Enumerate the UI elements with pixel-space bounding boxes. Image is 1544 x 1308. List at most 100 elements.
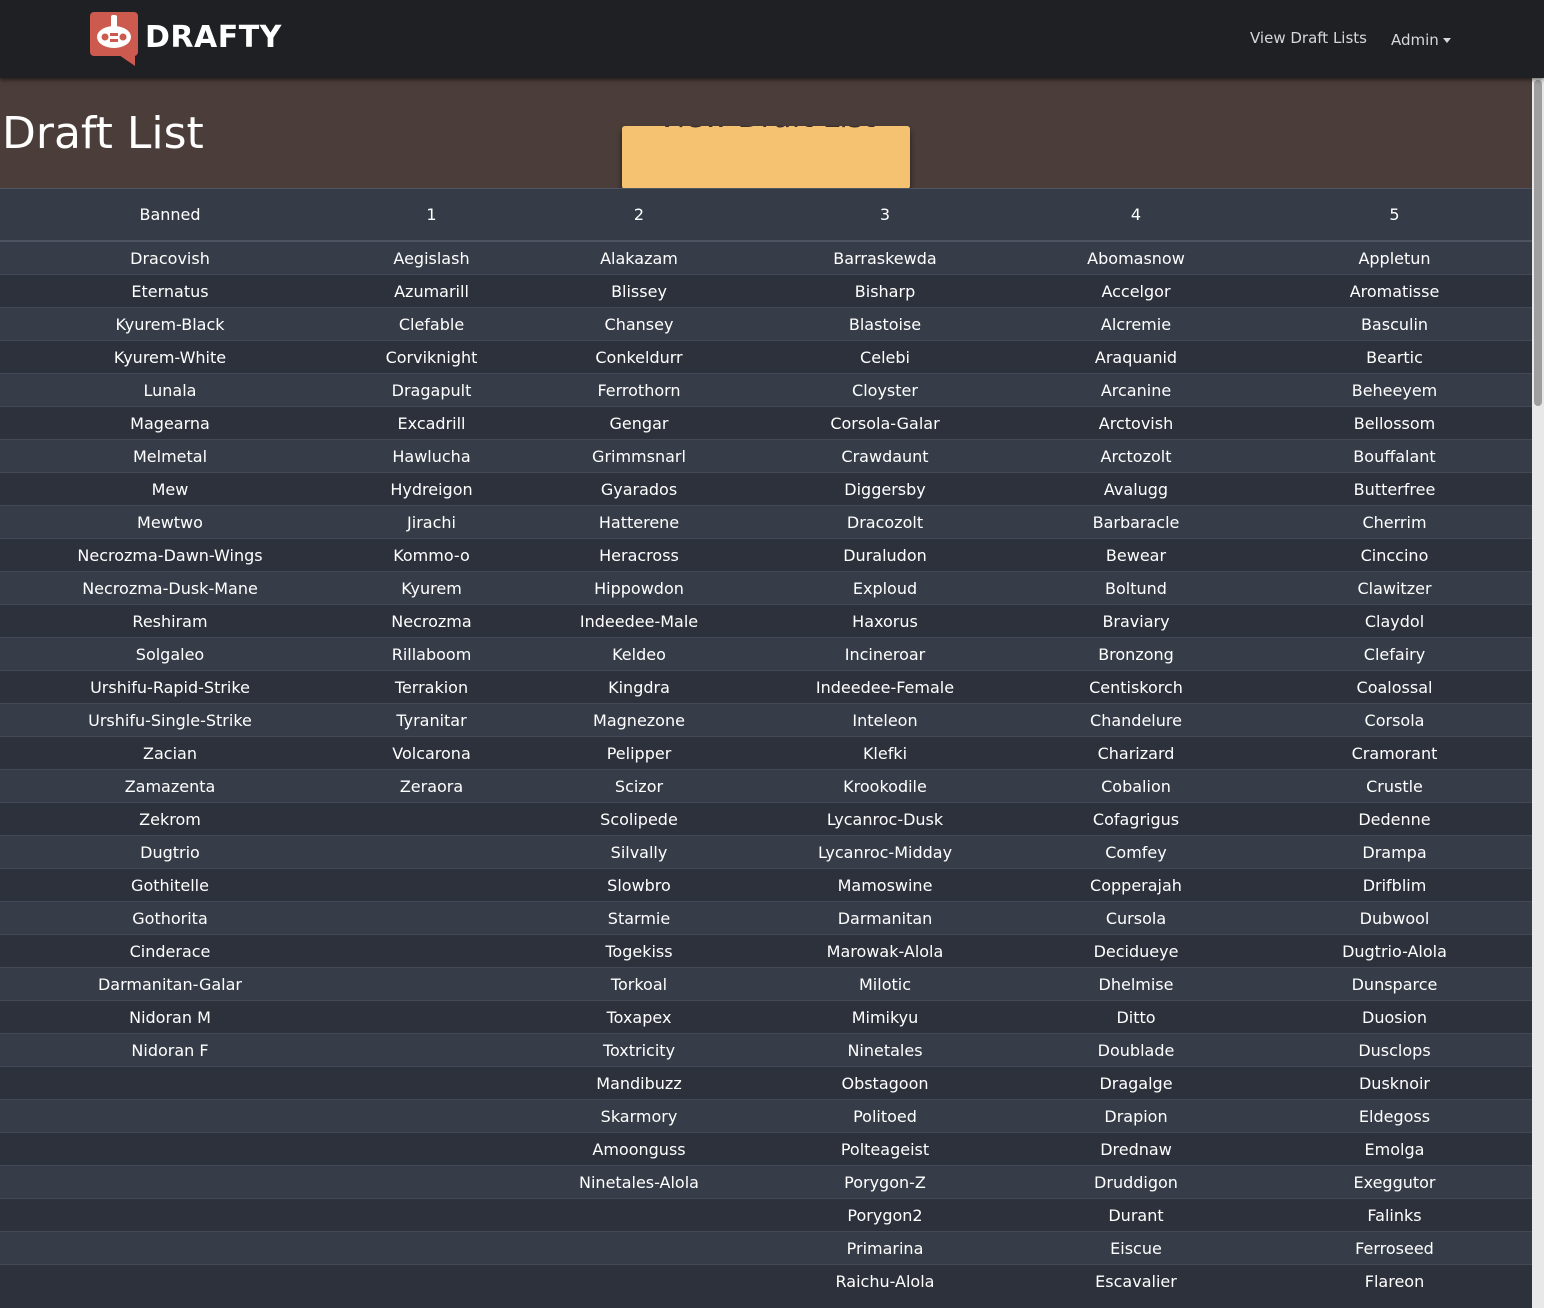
table-row: Skarmory Politoed Drapion Eldegoss	[0, 1099, 1532, 1133]
table-cell: Hippowdon	[523, 571, 755, 605]
table-cell: Tyranitar	[340, 703, 523, 737]
admin-dropdown[interactable]: Admin	[1391, 31, 1451, 49]
table-body: Dracovish Aegislash Alakazam Barraskewda Abo…	[0, 240, 1532, 1297]
table-row: Zamazenta Zeraora Scizor Krookodile Cobalion…	[0, 769, 1532, 803]
table-row: Mew Hydreigon Gyarados Diggersby Avalugg Butt…	[0, 472, 1532, 506]
table-cell: Clefairy	[1257, 637, 1532, 671]
table-cell: Urshifu-Single-Strike	[0, 703, 340, 737]
table-cell: Cherrim	[1257, 505, 1532, 539]
table-cell: Beheeyem	[1257, 373, 1532, 407]
table-cell: Toxtricity	[523, 1033, 755, 1067]
view-draft-lists-link[interactable]: View Draft Lists	[1250, 29, 1367, 47]
table-cell: Lunala	[0, 373, 340, 407]
table-cell: Dusknoir	[1257, 1066, 1532, 1100]
table-cell: Hawlucha	[340, 439, 523, 473]
table-cell: Diggersby	[755, 472, 1015, 506]
scrollbar-thumb[interactable]	[1534, 80, 1542, 406]
table-cell: Polteageist	[755, 1132, 1015, 1166]
table-row: Primarina Eiscue Ferroseed	[0, 1231, 1532, 1265]
table-cell: Chandelure	[1015, 703, 1257, 737]
table-cell: Primarina	[755, 1231, 1015, 1265]
table-cell: Emolga	[1257, 1132, 1532, 1166]
table-cell: Melmetal	[0, 439, 340, 473]
admin-label: Admin	[1391, 31, 1439, 49]
table-cell: Kingdra	[523, 670, 755, 704]
table-row: Urshifu-Rapid-Strike Terrakion Kingdra Inde…	[0, 670, 1532, 704]
table-cell: Dracovish	[0, 240, 340, 275]
view-draft-list-button[interactable]: View Draft List	[622, 126, 910, 189]
view-draft-list-button-label: View Draft List	[622, 126, 910, 135]
table-cell: Bronzong	[1015, 637, 1257, 671]
table-cell: Dragapult	[340, 373, 523, 407]
table-cell: Bellossom	[1257, 406, 1532, 440]
table-cell: Cramorant	[1257, 736, 1532, 770]
table-cell: Reshiram	[0, 604, 340, 638]
table-cell: Volcarona	[340, 736, 523, 770]
table-header-row: Banned 1 2 3 4 5	[0, 188, 1532, 242]
table-row: Nidoran F Toxtricity Ninetales Doublade Dusc…	[0, 1033, 1532, 1067]
table-cell: Appletun	[1257, 240, 1532, 275]
table-cell: Zeraora	[340, 769, 523, 803]
table-cell	[340, 1231, 523, 1265]
table-row: Mandibuzz Obstagoon Dragalge Dusknoir	[0, 1066, 1532, 1100]
scrollbar[interactable]	[1532, 78, 1544, 1308]
table-cell: Barbaracle	[1015, 505, 1257, 539]
table-cell	[340, 967, 523, 1001]
table-cell: Dragalge	[1015, 1066, 1257, 1100]
table-cell: Comfey	[1015, 835, 1257, 869]
table-cell	[523, 1198, 755, 1232]
table-cell	[340, 901, 523, 935]
table-cell: Porygon-Z	[755, 1165, 1015, 1199]
table-cell: Necrozma	[340, 604, 523, 638]
table-cell	[523, 1264, 755, 1297]
table-cell: Starmie	[523, 901, 755, 935]
table-cell: Drifblim	[1257, 868, 1532, 902]
table-cell: Torkoal	[523, 967, 755, 1001]
table-cell: Abomasnow	[1015, 240, 1257, 275]
table-cell: Bisharp	[755, 274, 1015, 308]
table-cell	[340, 1264, 523, 1297]
table-cell	[340, 802, 523, 836]
table-cell	[0, 1132, 340, 1166]
table-cell: Araquanid	[1015, 340, 1257, 374]
column-header: 3	[755, 188, 1015, 242]
table-cell: Haxorus	[755, 604, 1015, 638]
brand-link[interactable]: DRAFTY	[89, 11, 282, 67]
table-cell: Urshifu-Rapid-Strike	[0, 670, 340, 704]
table-cell	[340, 1132, 523, 1166]
table-cell: Indeedee-Female	[755, 670, 1015, 704]
table-cell: Excadrill	[340, 406, 523, 440]
table-cell: Incineroar	[755, 637, 1015, 671]
hero-section: View Draft List	[0, 78, 1532, 189]
table-cell: Lycanroc-Dusk	[755, 802, 1015, 836]
column-header: 1	[340, 188, 523, 242]
table-cell: Necrozma-Dawn-Wings	[0, 538, 340, 572]
table-cell: Dunsparce	[1257, 967, 1532, 1001]
table-cell: Avalugg	[1015, 472, 1257, 506]
table-cell: Mandibuzz	[523, 1066, 755, 1100]
table-cell: Falinks	[1257, 1198, 1532, 1232]
table-cell: Obstagoon	[755, 1066, 1015, 1100]
table-cell: Celebi	[755, 340, 1015, 374]
table-cell: Bewear	[1015, 538, 1257, 572]
table-cell: Corsola	[1257, 703, 1532, 737]
table-row: Gothitelle Slowbro Mamoswine Copperajah Drif…	[0, 868, 1532, 902]
table-row: Kyurem-White Corviknight Conkeldurr Celebi A…	[0, 340, 1532, 374]
table-cell: Dugtrio-Alola	[1257, 934, 1532, 968]
table-cell: Togekiss	[523, 934, 755, 968]
table-cell: Drednaw	[1015, 1132, 1257, 1166]
table-cell: Basculin	[1257, 307, 1532, 341]
table-cell: Hydreigon	[340, 472, 523, 506]
table-cell: Milotic	[755, 967, 1015, 1001]
table-cell: Corsola-Galar	[755, 406, 1015, 440]
table-row: Gothorita Starmie Darmanitan Cursola Dubwool	[0, 901, 1532, 935]
table-cell: Magnezone	[523, 703, 755, 737]
table-cell	[0, 1264, 340, 1297]
table-cell: Chansey	[523, 307, 755, 341]
table-cell: Dhelmise	[1015, 967, 1257, 1001]
table-cell: Drampa	[1257, 835, 1532, 869]
table-row: Mewtwo Jirachi Hatterene Dracozolt Barbaracl…	[0, 505, 1532, 539]
table-cell: Cofagrigus	[1015, 802, 1257, 836]
drafty-logo-icon	[90, 12, 138, 66]
table-row: Nidoran M Toxapex Mimikyu Ditto Duosion	[0, 1000, 1532, 1034]
